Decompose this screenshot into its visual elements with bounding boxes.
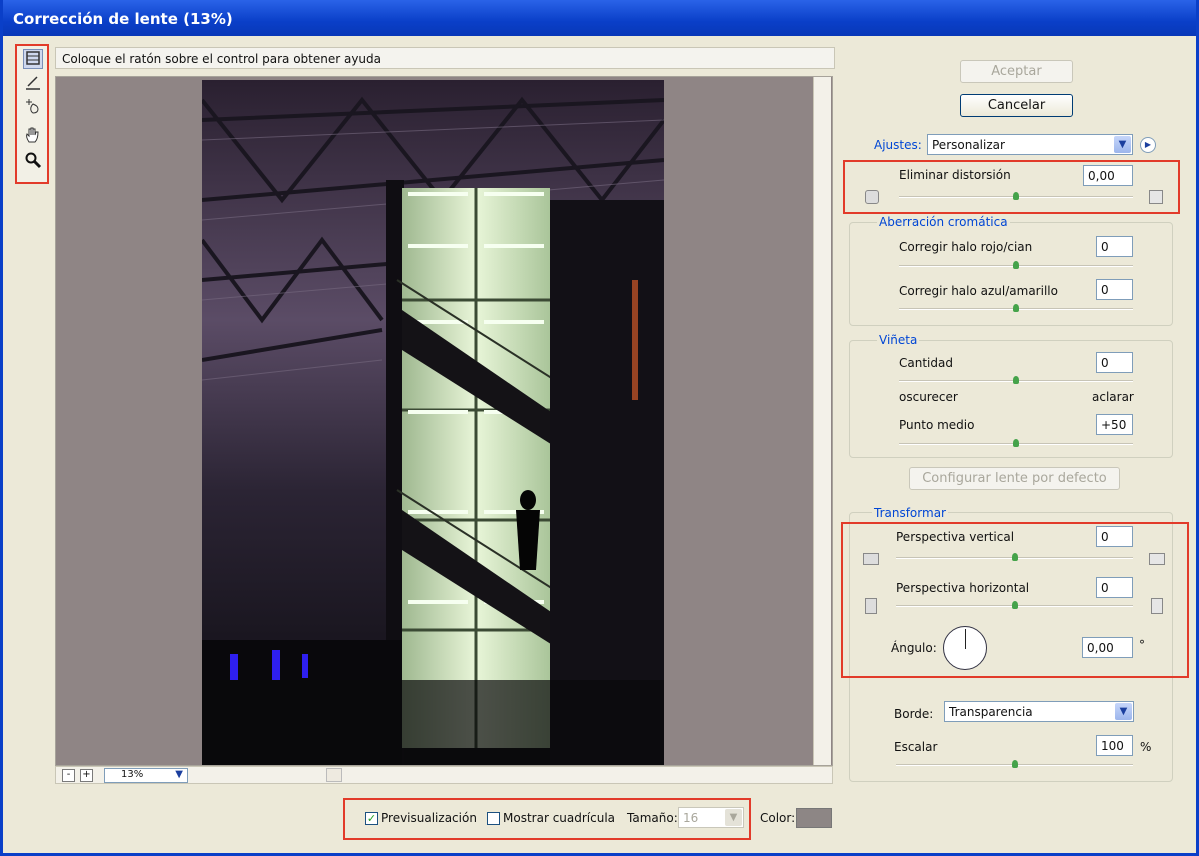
slider-thumb[interactable] [1012, 553, 1018, 561]
red-cyan-label: Corregir halo rojo/cian [899, 240, 1033, 254]
slider-thumb[interactable] [1013, 261, 1019, 269]
chevron-down-icon: ▼ [175, 769, 183, 780]
barrel-icon [865, 190, 879, 204]
lighten-label: aclarar [1092, 390, 1134, 404]
settings-value: Personalizar [932, 138, 1005, 152]
vertical-perspective-label: Perspectiva vertical [896, 530, 1015, 544]
slider-thumb[interactable] [1013, 439, 1019, 447]
vertical-perspective-right-icon [1149, 553, 1165, 565]
distortion-field[interactable]: 0,00 [1083, 165, 1133, 186]
chromatic-title: Aberración cromática [877, 215, 1010, 229]
vignette-title: Viñeta [877, 333, 920, 347]
chevron-down-icon: ▼ [1114, 136, 1131, 153]
settings-menu-icon[interactable]: ▶ [1140, 137, 1156, 153]
title-bar: Corrección de lente (13%) [3, 0, 1196, 36]
zoom-value: 13% [121, 769, 144, 780]
preview-photo [202, 80, 664, 765]
zoom-tool-icon[interactable] [23, 150, 43, 170]
horizontal-scroll-thumb[interactable] [326, 768, 342, 782]
blue-yellow-slider[interactable] [899, 304, 1133, 313]
edge-select[interactable]: Transparencia ▼ [944, 701, 1134, 722]
color-label: Color: [760, 811, 796, 825]
horizontal-perspective-field[interactable]: 0 [1096, 577, 1133, 598]
cancel-button[interactable]: Cancelar [960, 94, 1073, 117]
slider-thumb[interactable] [1013, 192, 1019, 200]
straighten-tool-icon[interactable] [23, 73, 43, 93]
angle-label: Ángulo: [891, 641, 937, 655]
horizontal-perspective-right-icon [1151, 598, 1163, 614]
distortion-label: Eliminar distorsión [899, 168, 1011, 182]
remove-distortion-tool-icon[interactable] [23, 49, 43, 69]
darken-label: oscurecer [899, 390, 958, 404]
slider-thumb[interactable] [1012, 601, 1018, 609]
scale-field[interactable]: 100 [1096, 735, 1133, 756]
size-select[interactable]: 16 ▼ [678, 807, 744, 828]
grid-label: Mostrar cuadrícula [503, 811, 616, 825]
amount-field[interactable]: 0 [1096, 352, 1133, 373]
zoom-select[interactable]: 13% ▼ [104, 768, 188, 783]
size-label: Tamaño: [627, 811, 678, 825]
edge-label: Borde: [894, 707, 934, 721]
grid-checkbox[interactable] [487, 812, 500, 825]
chevron-down-icon: ▼ [1115, 703, 1132, 720]
transform-title: Transformar [872, 506, 948, 520]
amount-slider[interactable] [899, 376, 1133, 385]
distortion-slider[interactable] [899, 192, 1133, 201]
vertical-perspective-left-icon [863, 553, 879, 565]
lens-correction-dialog: Corrección de lente (13%) Coloque el rat… [0, 0, 1199, 856]
angle-field[interactable]: 0,00 [1082, 637, 1133, 658]
preview-canvas[interactable] [55, 76, 833, 766]
horizontal-perspective-left-icon [865, 598, 877, 614]
settings-select[interactable]: Personalizar ▼ [927, 134, 1133, 155]
size-value: 16 [683, 811, 699, 825]
amount-label: Cantidad [899, 356, 953, 370]
vertical-perspective-field[interactable]: 0 [1096, 526, 1133, 547]
red-cyan-field[interactable]: 0 [1096, 236, 1133, 257]
slider-thumb[interactable] [1013, 304, 1019, 312]
horizontal-perspective-label: Perspectiva horizontal [896, 581, 1030, 595]
slider-thumb[interactable] [1013, 376, 1019, 384]
angle-dial-needle [965, 629, 966, 649]
midpoint-field[interactable]: +50 [1096, 414, 1133, 435]
pincushion-icon [1149, 190, 1163, 204]
preview-checkbox[interactable]: ✓ [365, 812, 378, 825]
preview-label: Previsualización [381, 811, 477, 825]
toolbox [15, 44, 49, 184]
horizontal-perspective-slider[interactable] [896, 601, 1133, 610]
blue-yellow-field[interactable]: 0 [1096, 279, 1133, 300]
default-lens-button[interactable]: Configurar lente por defecto [909, 467, 1120, 490]
help-text: Coloque el ratón sobre el control para o… [55, 47, 835, 69]
accept-button[interactable]: Aceptar [960, 60, 1073, 83]
zoom-out-button[interactable]: - [62, 769, 75, 782]
degree-label: ° [1139, 638, 1145, 652]
scale-slider[interactable] [896, 760, 1133, 769]
blue-yellow-label: Corregir halo azul/amarillo [899, 284, 1058, 298]
scale-label: Escalar [894, 740, 938, 754]
scale-unit: % [1140, 740, 1152, 754]
grid-color-swatch[interactable] [796, 808, 832, 828]
angle-dial[interactable] [943, 626, 987, 670]
move-grid-tool-icon[interactable] [23, 97, 43, 117]
midpoint-label: Punto medio [899, 418, 975, 432]
edge-value: Transparencia [949, 705, 1033, 719]
vertical-perspective-slider[interactable] [896, 553, 1133, 562]
zoom-bar: - + 13% ▼ [55, 766, 833, 784]
vertical-scrollbar[interactable] [813, 77, 831, 765]
hand-tool-icon[interactable] [23, 125, 43, 145]
slider-thumb[interactable] [1012, 760, 1018, 768]
chevron-down-icon: ▼ [725, 809, 742, 826]
settings-label: Ajustes: [874, 138, 922, 152]
zoom-in-button[interactable]: + [80, 769, 93, 782]
red-cyan-slider[interactable] [899, 261, 1133, 270]
midpoint-slider[interactable] [899, 439, 1133, 448]
